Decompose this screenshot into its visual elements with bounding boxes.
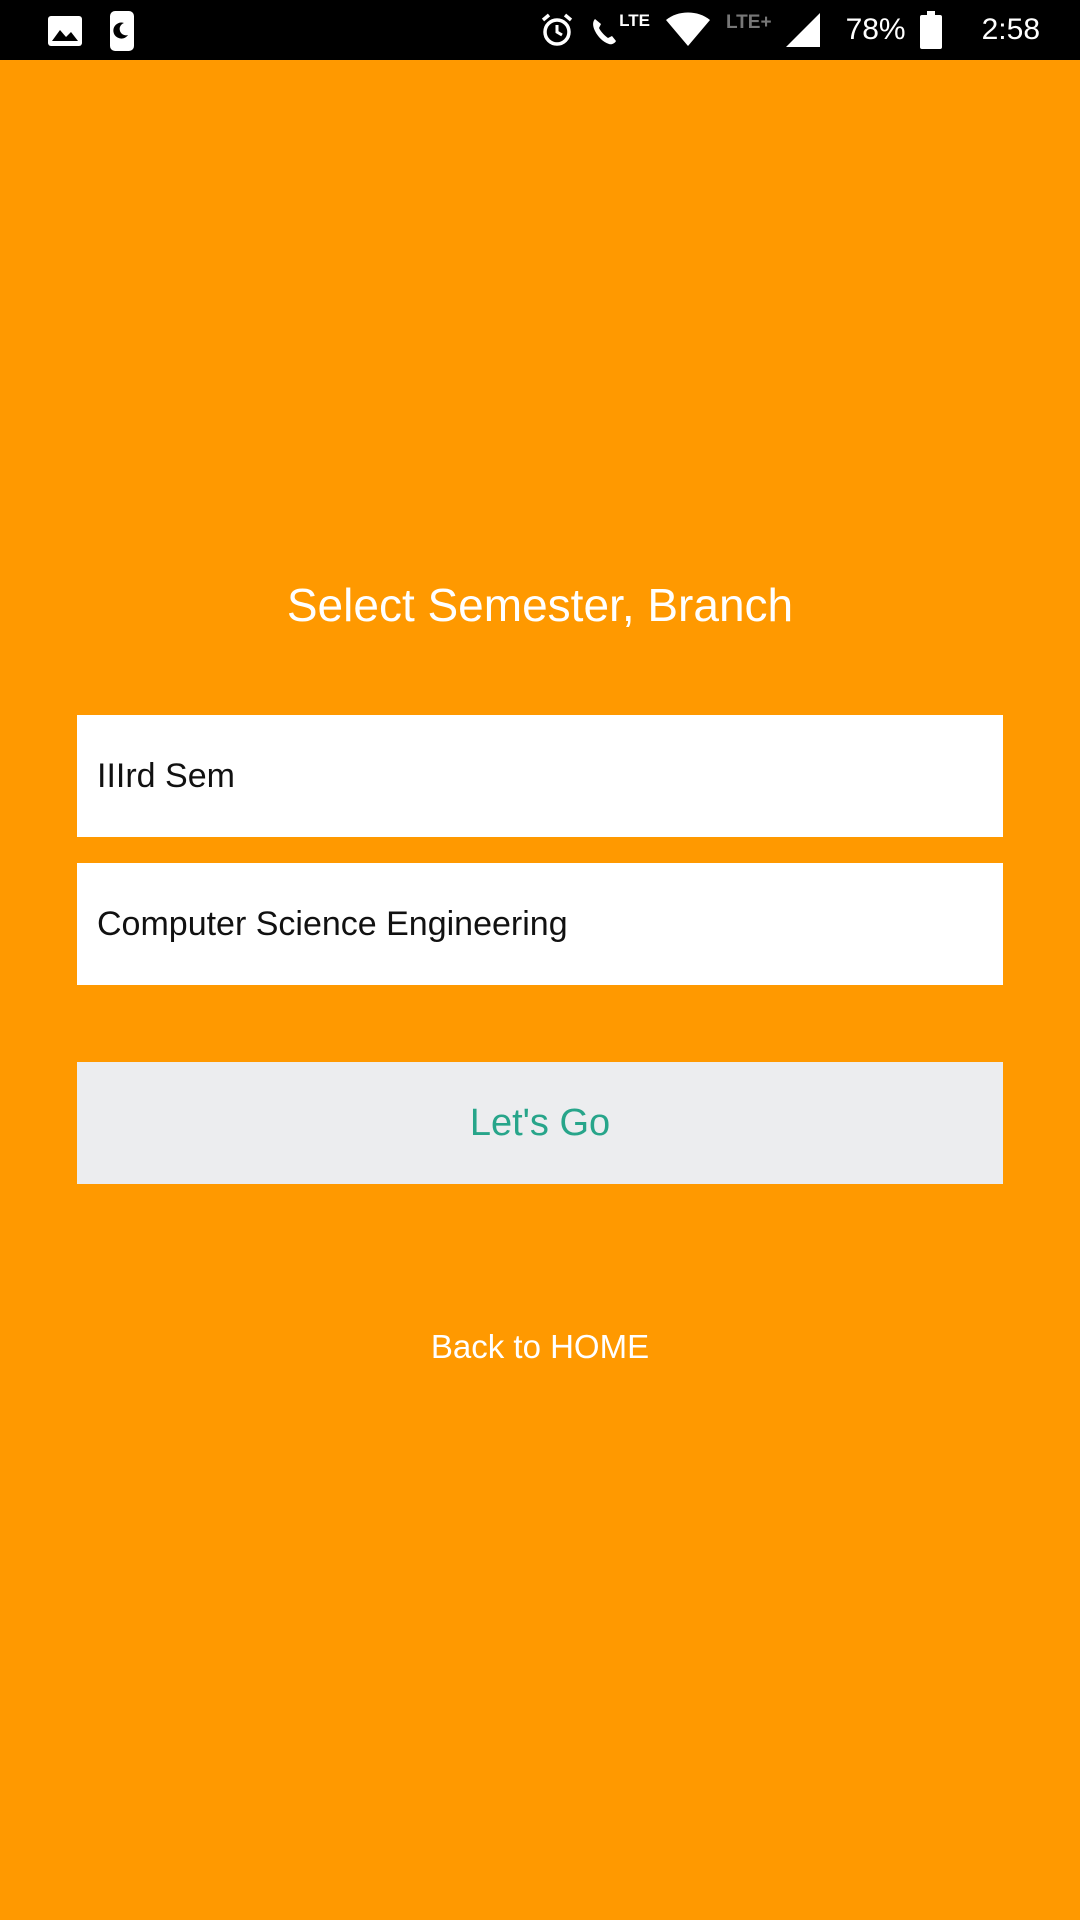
branch-dropdown[interactable]: Computer Science Engineering [77, 863, 1003, 985]
lets-go-button[interactable]: Let's Go [77, 1062, 1003, 1184]
semester-selected-value: IIIrd Sem [97, 756, 235, 795]
page-title: Select Semester, Branch [286, 579, 794, 631]
call-network-label: LTE [619, 11, 650, 30]
gallery-icon [48, 16, 82, 46]
status-bar-right: LTE LTE+ 78% 2:58 [539, 8, 1040, 52]
status-bar: LTE LTE+ 78% 2:58 [0, 0, 1080, 60]
battery-icon [919, 11, 942, 49]
do-not-disturb-icon [110, 11, 134, 51]
status-bar-left [48, 11, 134, 51]
clock: 2:58 [981, 13, 1040, 46]
back-to-home-link[interactable]: Back to HOME [0, 1328, 1080, 1366]
volte-call-icon: LTE [589, 11, 650, 47]
data-network-label: LTE+ [725, 12, 772, 33]
wifi-icon [664, 12, 712, 48]
semester-branch-screen: Select Semester, Branch IIIrd Sem Comput… [0, 60, 1080, 1920]
battery-level: 78% [845, 13, 906, 46]
cellular-signal-icon [785, 13, 820, 47]
semester-dropdown[interactable]: IIIrd Sem [77, 715, 1003, 837]
branch-selected-value: Computer Science Engineering [97, 904, 568, 943]
alarm-icon [539, 12, 575, 48]
